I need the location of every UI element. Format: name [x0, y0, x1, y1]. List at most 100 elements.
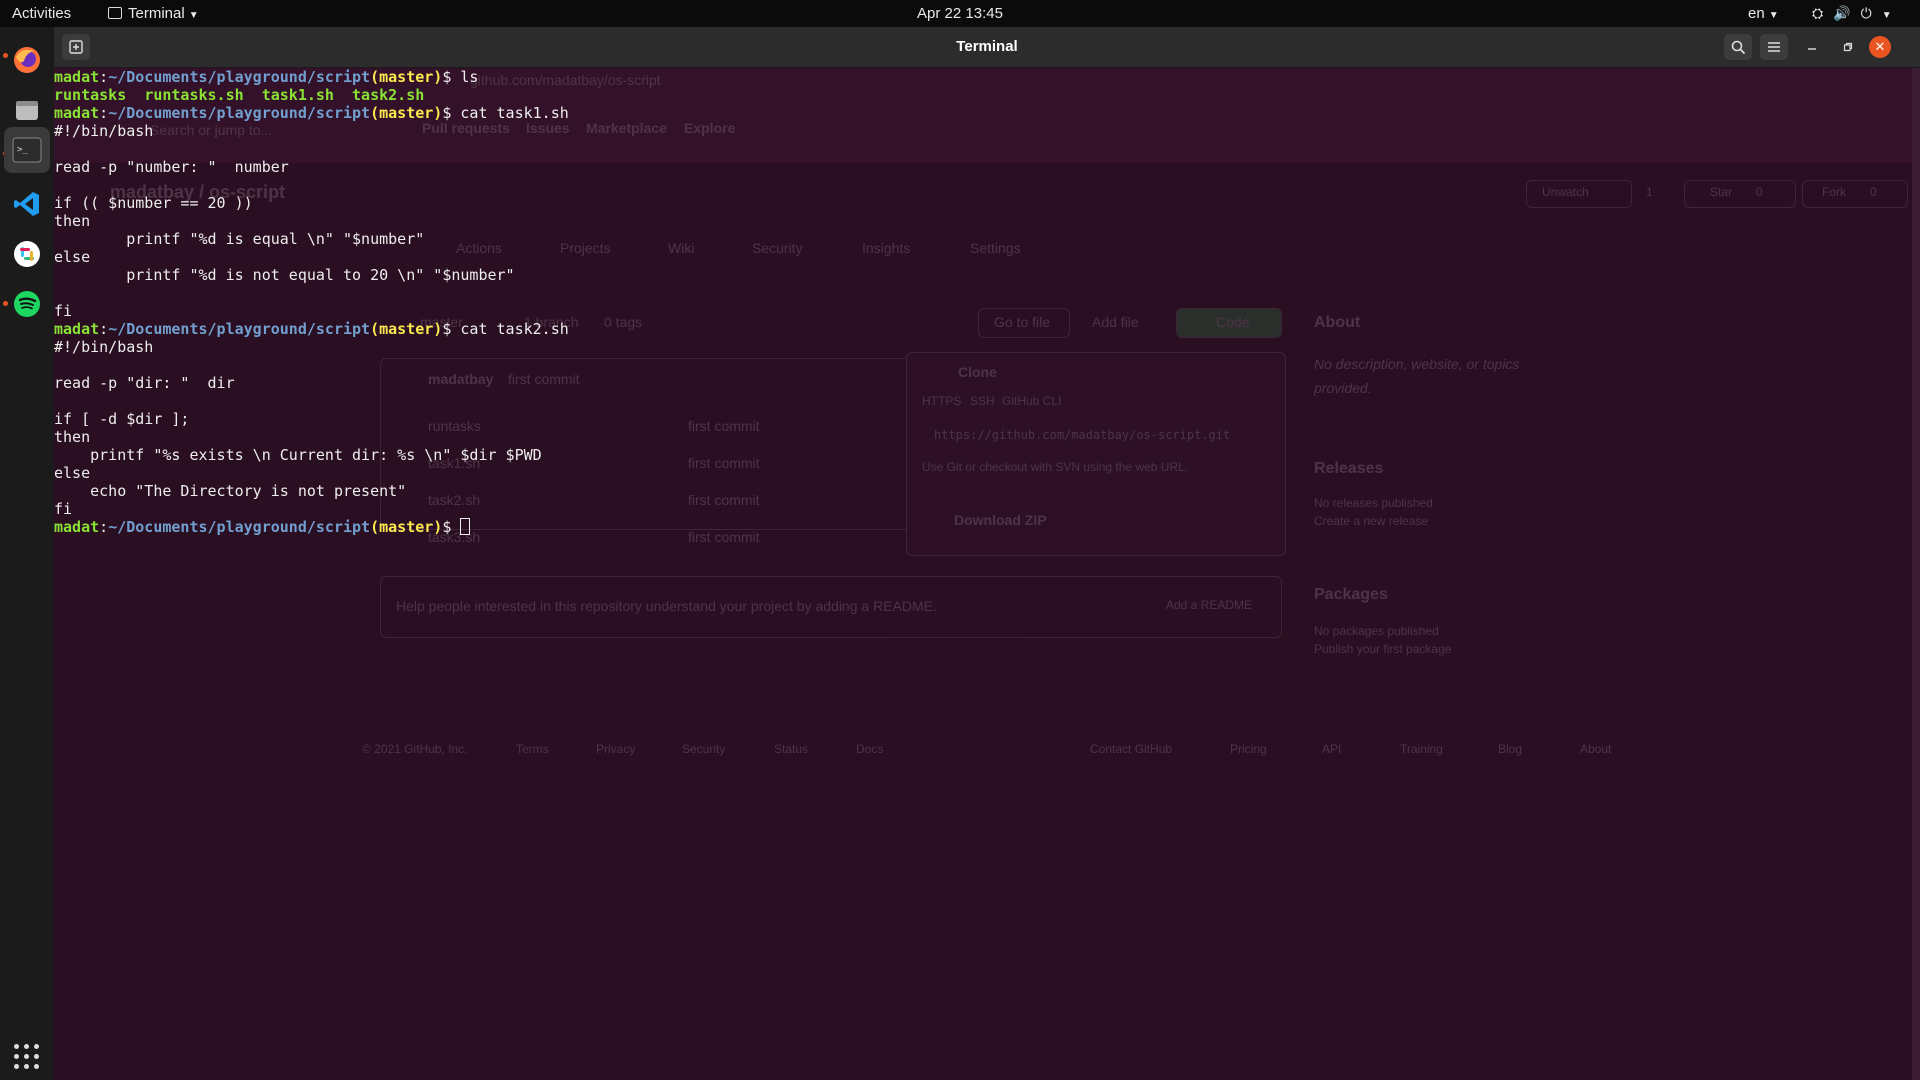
ghost-clone-cli: GitHub CLI	[1002, 394, 1062, 408]
activities-button[interactable]: Activities	[12, 0, 71, 27]
ghost-footer-11: About	[1580, 742, 1612, 756]
ghost-nav-3: Explore	[684, 120, 736, 136]
ghost-tab-3: Security	[752, 240, 803, 256]
ghost-footer-1: Terms	[516, 742, 549, 756]
ghost-clone: Clone	[958, 364, 997, 380]
prompt-symbol: $	[442, 320, 461, 338]
ghost-file-commit: first commit	[688, 418, 760, 434]
ghost-no-packages: No packages published	[1314, 624, 1439, 638]
output-line: #!/bin/bash	[54, 122, 154, 140]
prompt-line: madat:~/Documents/playground/script(mast…	[54, 518, 569, 536]
app-menu-label: Terminal	[128, 5, 185, 22]
output-line: else	[54, 248, 91, 266]
ghost-nav-2: Marketplace	[586, 120, 667, 136]
ghost-tab-4: Insights	[862, 240, 911, 256]
output-line: if [ -d $dir ];	[54, 410, 190, 428]
output-line: else	[54, 464, 91, 482]
terminal-headerbar: Terminal ✕	[54, 27, 1920, 68]
prompt-symbol: $	[442, 68, 461, 86]
ghost-create-release: Create a new release	[1314, 514, 1429, 528]
ghost-tags: 0 tags	[604, 314, 643, 330]
prompt-symbol: $	[442, 104, 461, 122]
ghost-footer-5: Docs	[856, 742, 884, 756]
minimize-icon[interactable]	[1798, 34, 1826, 60]
ghost-clone-hint: Use Git or checkout with SVN using the w…	[922, 460, 1189, 474]
ghost-file-commit: first commit	[688, 455, 760, 471]
ls-entry: runtasks	[54, 86, 127, 104]
ghost-file-commit: first commit	[688, 492, 760, 508]
vscode-icon[interactable]	[8, 185, 46, 223]
slack-icon[interactable]	[8, 235, 46, 273]
ghost-code: Code	[1216, 314, 1250, 330]
ghost-packages: Packages	[1314, 586, 1388, 603]
svg-text:>_: >_	[17, 145, 28, 155]
terminal-body[interactable]: github.com/madatbay/os-script Search or …	[54, 68, 1920, 1080]
ghost-clone-https: HTTPS	[922, 394, 962, 408]
ghost-unwatch: Unwatch	[1542, 185, 1589, 199]
new-tab-icon[interactable]	[62, 34, 90, 60]
terminal-app-icon[interactable]: >_	[4, 127, 50, 173]
ghost-star-count: 0	[1756, 185, 1763, 199]
prompt-branch: (master)	[370, 518, 443, 536]
chevron-down-icon: ▼	[1768, 10, 1779, 21]
prompt-path: ~/Documents/playground/script	[108, 104, 371, 122]
ghost-footer-10: Blog	[1498, 742, 1523, 756]
ghost-add-file: Add file	[1092, 314, 1139, 330]
output-line: #!/bin/bash	[54, 338, 154, 356]
dock: >_	[0, 27, 54, 1080]
prompt-line: madat:~/Documents/playground/script(mast…	[54, 320, 569, 338]
terminal-cursor[interactable]	[460, 518, 471, 535]
ghost-footer-0: © 2021 GitHub, Inc.	[362, 742, 468, 756]
search-icon[interactable]	[1724, 34, 1752, 60]
terminal-scrollbar[interactable]	[1912, 68, 1920, 1080]
volume-icon: 🔊	[1833, 5, 1861, 21]
output-line: printf "%s exists \n Current dir: %s \n"…	[54, 446, 542, 464]
ghost-footer-9: Training	[1400, 742, 1443, 756]
ghost-fork: Fork	[1822, 185, 1846, 199]
network-icon: ⛭	[1812, 5, 1834, 21]
window-title: Terminal	[956, 38, 1018, 55]
ghost-no-releases: No releases published	[1314, 496, 1433, 510]
system-tray[interactable]: ⛭🔊⏻▼	[1812, 0, 1902, 27]
ghost-clone-url: https://github.com/madatbay/os-script.gi…	[934, 428, 1231, 442]
prompt-symbol: $	[442, 518, 461, 536]
output-line: printf "%d is equal \n" "$number"	[54, 230, 425, 248]
ghost-tab-5: Settings	[970, 240, 1021, 256]
ghost-footer-2: Privacy	[596, 742, 636, 756]
show-applications-icon[interactable]	[14, 1044, 40, 1070]
files-icon[interactable]	[8, 91, 46, 129]
ghost-fork-count: 0	[1870, 185, 1877, 199]
restore-icon[interactable]	[1834, 34, 1862, 60]
prompt-user: madat	[54, 104, 100, 122]
output-line: then	[54, 212, 91, 230]
ghost-about: About	[1314, 314, 1361, 331]
ghost-download-zip: Download ZIP	[954, 512, 1047, 528]
terminal-icon	[108, 7, 122, 19]
app-menu[interactable]: Terminal ▼	[108, 0, 199, 27]
output-line: printf "%d is not equal to 20 \n" "$numb…	[54, 266, 515, 284]
prompt-path: ~/Documents/playground/script	[108, 518, 371, 536]
ghost-releases: Releases	[1314, 460, 1384, 477]
ls-output-line: runtasks runtasks.sh task1.sh task2.sh	[54, 86, 569, 104]
close-icon[interactable]: ✕	[1869, 36, 1891, 58]
firefox-icon[interactable]	[8, 41, 46, 79]
clock[interactable]: Apr 22 13:45	[0, 0, 1920, 27]
ghost-star: Star	[1710, 185, 1733, 199]
power-icon: ⏻	[1860, 5, 1882, 21]
output-line: read -p "dir: " dir	[54, 374, 235, 392]
ghost-unwatch-count: 1	[1646, 185, 1653, 199]
prompt-path: ~/Documents/playground/script	[108, 320, 371, 338]
hamburger-menu-icon[interactable]	[1760, 34, 1788, 60]
ghost-publish-package: Publish your first package	[1314, 642, 1452, 656]
command-text: ls	[460, 68, 479, 86]
output-line: fi	[54, 500, 73, 518]
output-line: read -p "number: " number	[54, 158, 289, 176]
ghost-go-to-file: Go to file	[994, 314, 1051, 330]
ghost-footer-8: API	[1322, 742, 1342, 756]
language-indicator[interactable]: en ▼	[1748, 0, 1779, 27]
ls-entry: runtasks.sh	[144, 86, 244, 104]
spotify-icon[interactable]	[8, 285, 46, 323]
